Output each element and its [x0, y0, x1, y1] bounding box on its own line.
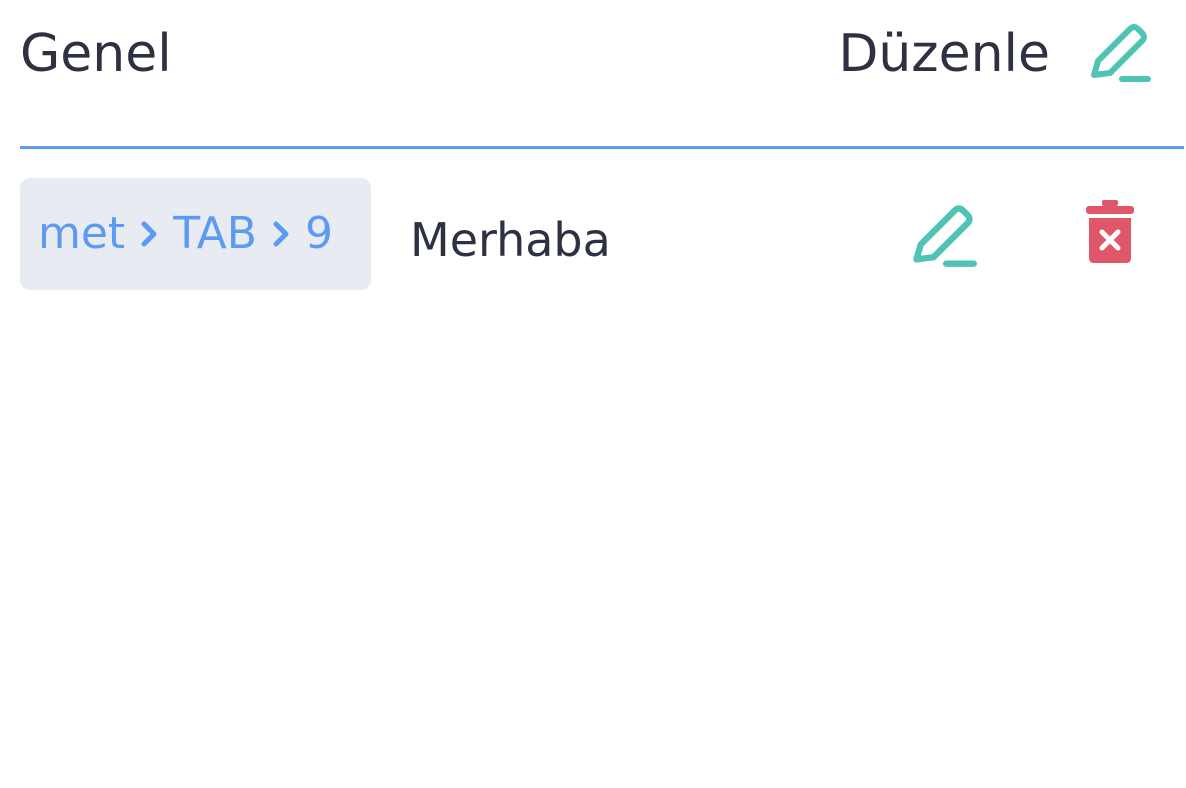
pencil-icon	[913, 205, 977, 267]
shortcut-text: Merhaba	[410, 213, 611, 267]
shortcuts-panel: Genel Düzenle met TAB 9 Merhaba	[0, 0, 1186, 788]
shortcut-key: met	[38, 208, 126, 259]
shortcut-key: TAB	[173, 208, 257, 259]
shortcut-key: 9	[304, 208, 333, 259]
header-divider	[20, 146, 1184, 149]
delete-shortcut-button[interactable]	[1084, 200, 1136, 264]
edit-section-label: Düzenle	[838, 24, 1050, 84]
pencil-icon	[1086, 19, 1152, 89]
shortcut-keys-chip[interactable]: met TAB 9	[20, 178, 371, 290]
trash-icon	[1086, 200, 1134, 263]
section-header: Genel Düzenle	[20, 0, 1186, 110]
shortcut-row: met TAB 9 Merhaba	[20, 178, 1186, 290]
chevron-right-icon	[273, 221, 289, 247]
edit-shortcut-button[interactable]	[908, 200, 978, 270]
chevron-right-icon	[141, 221, 157, 247]
section-title: Genel	[20, 24, 172, 84]
edit-section-button[interactable]: Düzenle	[838, 18, 1152, 90]
